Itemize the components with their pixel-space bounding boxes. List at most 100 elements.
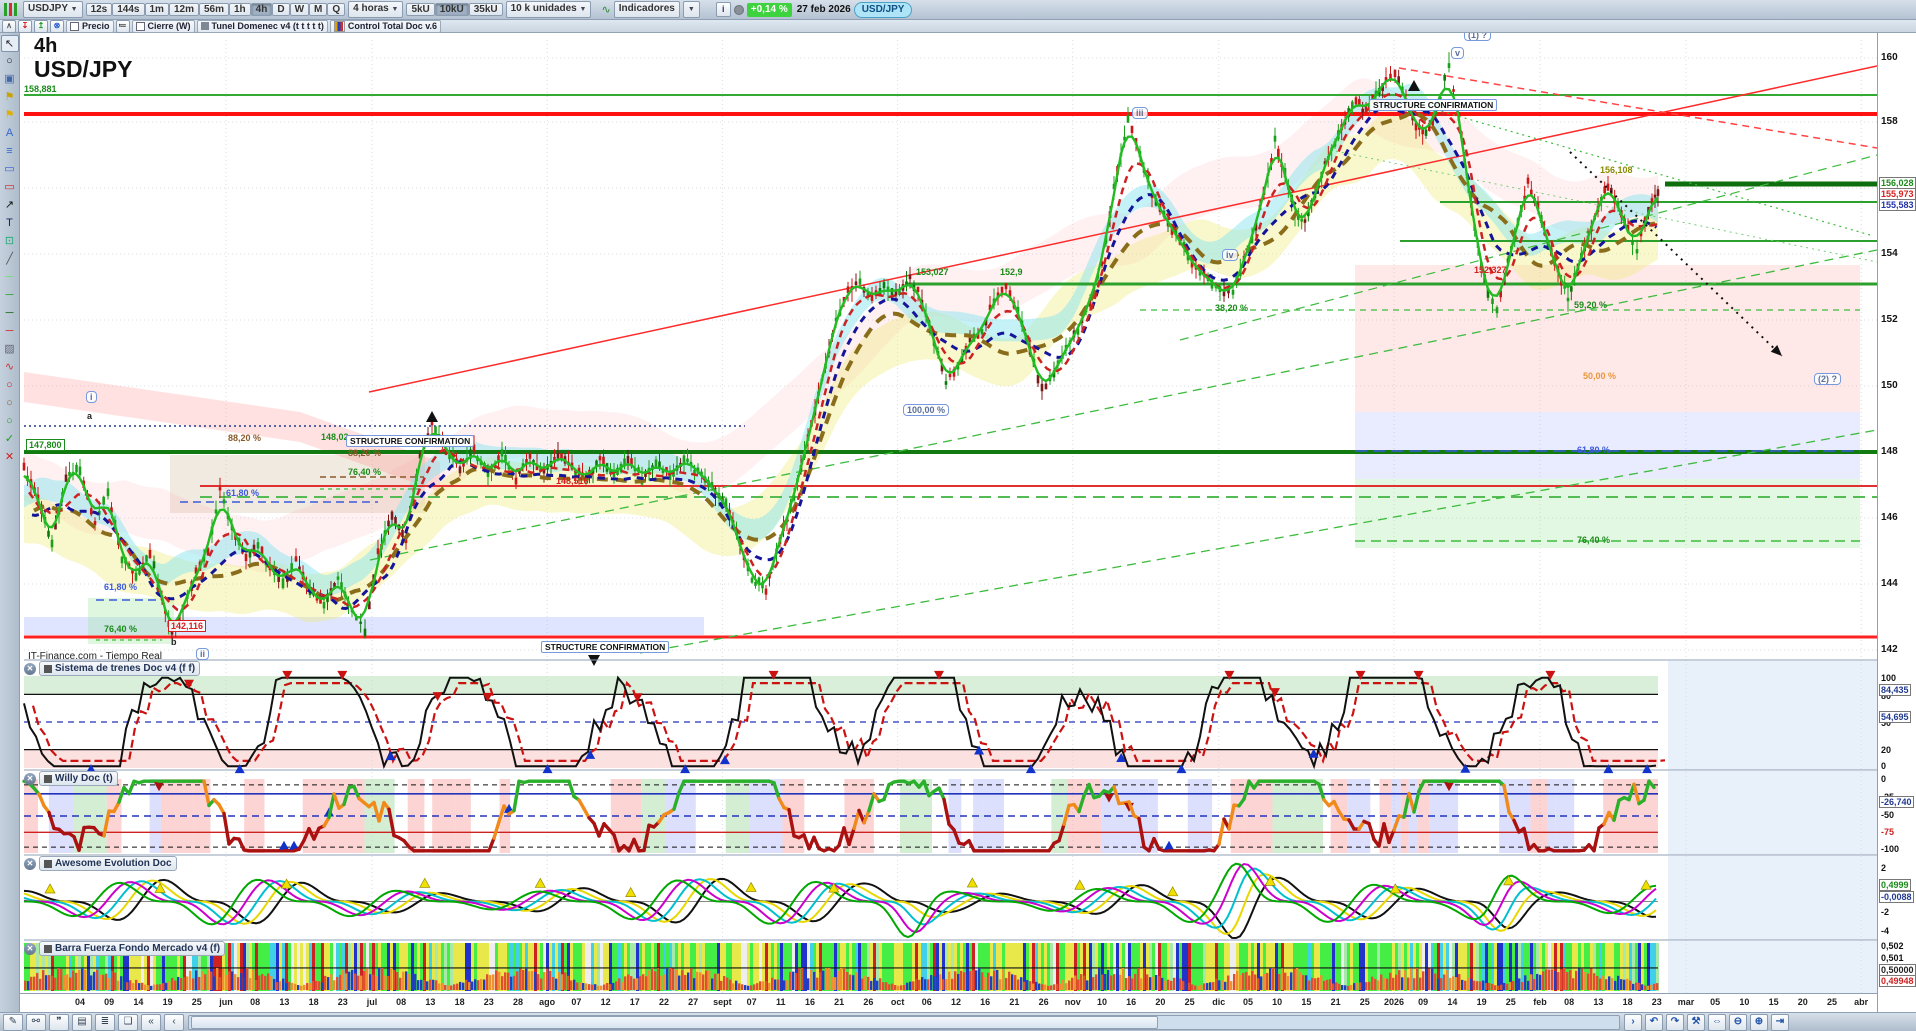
timeframe-button-1h[interactable]: 1h: [228, 2, 251, 16]
chart-scrollbar-thumb[interactable]: [191, 1015, 1158, 1029]
structure-confirmation-box[interactable]: STRUCTURE CONFIRMATION: [541, 641, 670, 653]
units-dropdown[interactable]: 10 k unidades ▼: [505, 1, 592, 18]
legend-checkbox[interactable]: [135, 21, 145, 31]
timeframe-button-4h[interactable]: 4h: [250, 2, 273, 16]
scroll-left-icon[interactable]: ‹: [164, 1013, 184, 1031]
legend-item[interactable]: Precio: [66, 19, 114, 33]
close-icon[interactable]: ✕: [24, 772, 36, 785]
ellipse-brown-tool-icon[interactable]: ○: [1, 395, 19, 412]
info-button[interactable]: i: [715, 2, 731, 17]
multi-chart-icon[interactable]: ❏: [118, 1013, 138, 1031]
fibonacci-tool-icon[interactable]: A: [1, 125, 19, 142]
panel-title[interactable]: Willy Doc (t): [39, 771, 118, 786]
levels-tool-icon[interactable]: ≡: [1, 143, 19, 160]
share-icon[interactable]: ⚯: [26, 1013, 46, 1031]
close-position-icon[interactable]: ⊗: [50, 19, 64, 33]
wave-label[interactable]: iv: [1222, 249, 1238, 261]
timeframe-button-W[interactable]: W: [289, 2, 310, 16]
panel-title[interactable]: Barra Fuerza Fondo Mercado v4 (f): [39, 941, 226, 956]
timeframe-button-M[interactable]: M: [309, 2, 328, 16]
indicators-button[interactable]: Indicadores: [613, 1, 680, 18]
chat-icon[interactable]: ❞: [49, 1013, 69, 1031]
wave-label[interactable]: ii: [196, 648, 210, 660]
scroll-right-icon[interactable]: ›: [1624, 1013, 1642, 1031]
ellipse-red-tool-icon[interactable]: ○: [1, 377, 19, 394]
arrow-tool-icon[interactable]: ↗: [1, 197, 19, 214]
volume-button-10kU[interactable]: 10kU: [434, 2, 469, 16]
wave-tool-icon[interactable]: ∿: [1, 359, 19, 376]
rect-red-tool-icon[interactable]: ▭: [1, 179, 19, 196]
wave-label[interactable]: (1) ?: [1464, 33, 1491, 41]
chart-settings-icon[interactable]: ⚒: [1687, 1013, 1705, 1031]
buy-arrow-icon[interactable]: ↥: [34, 19, 48, 33]
redo-icon[interactable]: ↷: [1666, 1013, 1684, 1031]
collapse-panel-icon[interactable]: ∧: [2, 19, 16, 33]
auto-scroll-icon[interactable]: ⇥: [1771, 1013, 1789, 1031]
zoom-in-icon[interactable]: ⊕: [1750, 1013, 1768, 1031]
alert-bell-tool-icon[interactable]: ⚑: [1, 107, 19, 124]
hline-green-tool-icon[interactable]: ─: [1, 287, 19, 304]
hline-dark-green-tool-icon[interactable]: ─: [1, 305, 19, 322]
wave-label[interactable]: (2) ?: [1814, 373, 1841, 385]
period-dropdown[interactable]: 4 horas ▼: [348, 1, 404, 18]
panel-title[interactable]: Sistema de trenes Doc v4 (f f): [39, 661, 201, 676]
sell-arrow-icon[interactable]: ↧: [18, 19, 32, 33]
legend-item[interactable]: Cierre (W): [131, 19, 195, 33]
close-icon[interactable]: ✕: [24, 857, 36, 870]
legend-item[interactable]: Tunel Domenec v4 (t t t t t): [196, 19, 328, 33]
text-tool-icon[interactable]: T: [1, 215, 19, 232]
news-icon[interactable]: ▤: [72, 1013, 92, 1031]
indicator-list-icon[interactable]: ≣: [95, 1013, 115, 1031]
hline-light-green-tool-icon[interactable]: ─: [1, 269, 19, 286]
collapse-icon[interactable]: «: [141, 1013, 161, 1031]
timeframe-button-Q[interactable]: Q: [327, 2, 346, 16]
symbol-dropdown[interactable]: USDJPY ▼: [23, 1, 83, 18]
rect-blue-tool-icon[interactable]: ▭: [1, 161, 19, 178]
delete-tool-icon[interactable]: ✕: [1, 449, 19, 466]
zoom-out-icon[interactable]: ⊖: [1729, 1013, 1747, 1031]
ellipse-green-tool-icon[interactable]: ○: [1, 413, 19, 430]
volume-button-5kU[interactable]: 5kU: [406, 2, 435, 16]
chart-scrollbar[interactable]: [188, 1014, 1620, 1030]
confirm-tool-icon[interactable]: ✓: [1, 431, 19, 448]
hline-red-tool-icon[interactable]: ─: [1, 323, 19, 340]
indicators-caret-button[interactable]: ▼: [682, 1, 700, 18]
cursor-tool-icon[interactable]: ↖: [0, 35, 19, 52]
chart-area[interactable]: 4h USD/JPY IT-Finance.com - Tiempo Real …: [20, 33, 1877, 1012]
timeframe-button-12m[interactable]: 12m: [168, 2, 199, 16]
zoom-area-tool-icon[interactable]: ▣: [1, 71, 19, 88]
legend-checkbox[interactable]: [70, 21, 79, 31]
wave-label[interactable]: 100,00 %: [903, 404, 950, 416]
structure-confirmation-box[interactable]: STRUCTURE CONFIRMATION: [346, 435, 475, 447]
close-icon[interactable]: ✕: [24, 662, 36, 675]
date-axis-tick: sept: [713, 997, 732, 1007]
price-chart-canvas[interactable]: [20, 33, 1877, 1012]
price-axis[interactable]: 160158156154152150148146144142156,028155…: [1877, 33, 1916, 1012]
zoom-tool-icon[interactable]: ○: [1, 53, 19, 70]
legend-item[interactable]: Control Total Doc v.6: [329, 19, 442, 33]
date-axis-tick: 09: [104, 997, 115, 1007]
panel-title[interactable]: Awesome Evolution Doc: [39, 856, 177, 871]
undo-icon[interactable]: ↶: [1645, 1013, 1663, 1031]
date-axis[interactable]: 04 09 14 19 25 jun 08 13 18 23 jul 08 13 18 23 28 ago 07 1…: [20, 993, 1877, 1013]
wave-label[interactable]: v: [1451, 47, 1465, 59]
timeframe-button-1m[interactable]: 1m: [144, 2, 169, 16]
ruler-tool-icon[interactable]: ▨: [1, 341, 19, 358]
draw-icon[interactable]: ✎: [3, 1013, 23, 1031]
wave-label[interactable]: i: [86, 391, 97, 403]
timeframe-button-56m[interactable]: 56m: [198, 2, 229, 16]
alert-pointer-tool-icon[interactable]: ⚑: [1, 89, 19, 106]
zoom-range-icon[interactable]: ⇔: [1708, 1013, 1726, 1031]
date-axis-tick: 27: [688, 997, 699, 1007]
volume-button-35kU[interactable]: 35kU: [468, 2, 503, 16]
timeframe-button-D[interactable]: D: [272, 2, 290, 16]
timeframe-button-144s[interactable]: 144s: [112, 2, 145, 16]
note-tool-icon[interactable]: ⊡: [1, 233, 19, 250]
timeframe-button-12s[interactable]: 12s: [85, 2, 113, 16]
close-icon[interactable]: ✕: [24, 942, 36, 955]
price-list-icon[interactable]: ≔: [115, 19, 130, 33]
symbol-badge[interactable]: USD/JPY: [853, 1, 913, 18]
wave-label[interactable]: iii: [1132, 107, 1148, 119]
segment-tool-icon[interactable]: ╱: [1, 251, 19, 268]
structure-confirmation-box[interactable]: STRUCTURE CONFIRMATION: [1369, 99, 1498, 111]
